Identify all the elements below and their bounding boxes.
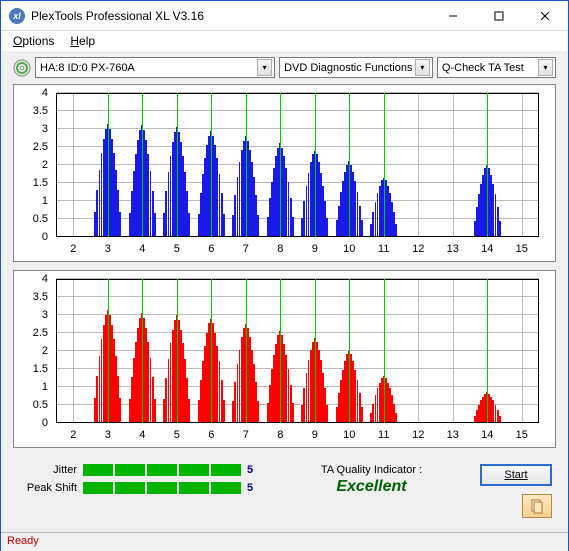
device-select[interactable]: HA:8 ID:0 PX-760A ▾ [35, 57, 275, 78]
y-tick: 2.5 [33, 141, 48, 153]
menu-options[interactable]: Options [7, 32, 60, 50]
device-select-value: HA:8 ID:0 PX-760A [40, 62, 257, 74]
x-tick: 7 [243, 429, 249, 441]
x-tick: 4 [139, 243, 145, 255]
jitter-value: 5 [247, 464, 263, 476]
diagnostic-select[interactable]: DVD Diagnostic Functions ▾ [279, 57, 433, 78]
x-tick: 8 [277, 243, 283, 255]
y-tick: 3.5 [33, 291, 48, 303]
peakshift-bars [83, 482, 241, 494]
chart-bottom: 0 0.5 1 1.5 2 2.5 3 3.5 4 2 3 4 5 6 7 8 9 10 11 12 13 14 15 [13, 270, 556, 448]
x-tick: 4 [139, 429, 145, 441]
x-tick: 2 [70, 243, 76, 255]
x-tick: 6 [208, 429, 214, 441]
y-tick: 3 [42, 309, 48, 321]
x-tick: 11 [378, 429, 389, 441]
y-tick: 0.5 [33, 213, 48, 225]
x-tick: 14 [481, 243, 493, 255]
y-tick: 0 [42, 417, 48, 429]
quality-indicator-value: Excellent [271, 478, 472, 496]
peakshift-value: 5 [247, 482, 263, 494]
x-tick: 3 [105, 243, 111, 255]
quality-meters: Jitter 5 Peak Shift 5 [17, 464, 263, 494]
status-text: Ready [7, 535, 39, 547]
close-button[interactable] [522, 1, 568, 31]
x-tick: 9 [312, 243, 318, 255]
x-tick: 5 [174, 429, 180, 441]
qcheck-select[interactable]: Q-Check TA Test ▾ [437, 57, 556, 78]
window-controls [430, 1, 568, 31]
x-tick: 5 [174, 243, 180, 255]
x-tick: 9 [312, 429, 318, 441]
x-tick: 13 [447, 429, 459, 441]
chart-top: 0 0.5 1 1.5 2 2.5 3 3.5 4 2 3 4 5 6 7 8 9 10 11 12 13 14 15 [13, 84, 556, 262]
titlebar: xl PlexTools Professional XL V3.16 [1, 1, 568, 31]
disc-icon [13, 59, 31, 77]
y-tick: 3 [42, 123, 48, 135]
diagnostic-select-value: DVD Diagnostic Functions [284, 62, 415, 74]
x-tick: 13 [447, 243, 459, 255]
y-tick: 2.5 [33, 327, 48, 339]
action-buttons: Start [480, 464, 552, 518]
menubar: Options Help [1, 31, 568, 51]
quality-panel: Jitter 5 Peak Shift 5 TA Quality Indicat… [13, 456, 556, 518]
x-tick: 15 [516, 429, 528, 441]
chevron-down-icon: ▾ [257, 59, 272, 76]
x-tick: 8 [277, 429, 283, 441]
minimize-button[interactable] [430, 1, 476, 31]
x-tick: 11 [378, 243, 389, 255]
x-tick: 7 [243, 243, 249, 255]
start-button[interactable]: Start [480, 464, 552, 486]
y-tick: 1.5 [33, 363, 48, 375]
x-tick: 10 [343, 243, 355, 255]
quality-indicator-label: TA Quality Indicator : [271, 464, 472, 476]
y-tick: 3.5 [33, 105, 48, 117]
x-tick: 10 [343, 429, 355, 441]
y-tick: 1 [42, 195, 48, 207]
x-tick: 12 [412, 429, 424, 441]
y-tick: 4 [42, 273, 48, 285]
y-tick: 1 [42, 381, 48, 393]
x-tick: 6 [208, 243, 214, 255]
y-tick: 1.5 [33, 177, 48, 189]
toolbar: HA:8 ID:0 PX-760A ▾ DVD Diagnostic Funct… [13, 57, 556, 78]
maximize-button[interactable] [476, 1, 522, 31]
x-tick: 14 [481, 429, 493, 441]
peakshift-label: Peak Shift [17, 482, 77, 494]
chevron-down-icon: ▾ [538, 59, 553, 76]
y-tick: 4 [42, 87, 48, 99]
window-title: PlexTools Professional XL V3.16 [31, 9, 430, 23]
chevron-down-icon: ▾ [415, 59, 430, 76]
quality-indicator: TA Quality Indicator : Excellent [271, 464, 472, 496]
qcheck-select-value: Q-Check TA Test [442, 62, 538, 74]
x-tick: 2 [70, 429, 76, 441]
app-icon: xl [9, 8, 25, 24]
copy-button[interactable] [522, 494, 552, 518]
menu-help[interactable]: Help [64, 32, 101, 50]
jitter-label: Jitter [17, 464, 77, 476]
x-tick: 12 [412, 243, 424, 255]
y-tick: 0.5 [33, 399, 48, 411]
y-tick: 2 [42, 159, 48, 171]
x-tick: 3 [105, 429, 111, 441]
client-area: HA:8 ID:0 PX-760A ▾ DVD Diagnostic Funct… [1, 51, 568, 532]
y-tick: 0 [42, 231, 48, 243]
y-tick: 2 [42, 345, 48, 357]
x-tick: 15 [516, 243, 528, 255]
statusbar: Ready [1, 532, 568, 551]
jitter-bars [83, 464, 241, 476]
